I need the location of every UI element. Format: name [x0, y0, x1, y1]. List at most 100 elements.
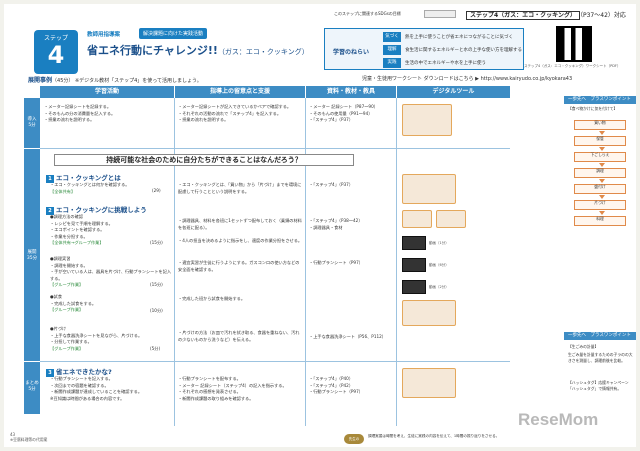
digital-thumb-3[interactable]	[436, 210, 466, 228]
material-2: ・「ステップ4」（P38〜42） ・調理器具・食材	[309, 218, 395, 231]
flow-arrow	[599, 147, 605, 151]
aim-tag-notice: 気づく	[383, 32, 401, 42]
col-activity: 学習活動	[40, 86, 174, 98]
material-summary: ・「ステップ4」（P40） ・「ステップ4」（P42） ・行動プランシート（P97）	[309, 376, 395, 396]
plan-label-text: 展開事例	[28, 77, 53, 84]
footer-note: ※豆腐料理等の代用案	[10, 437, 48, 442]
top-bar: このステップに関連するSDGsの目標 ステップ4（ガス：エコ・クッキング） （P3…	[4, 10, 636, 20]
support-summary: ・行動プランシートを配布する。 ・メーター 記録シート（ステップ4）の記入を指示す…	[178, 376, 303, 402]
support-4: ・適宜実習が生徒に行うようにする。ガスコンロの使い方などの安全面を確認する。	[178, 260, 300, 272]
lesson-table: 学習活動 指導上の留意点と支援 資料・教材・教具 デジタルツール 導入 5分 ・メ…	[24, 86, 606, 426]
page-title-main: 省エネ行動にチャレンジ!!	[87, 44, 218, 57]
divider	[40, 361, 510, 362]
support-3: ・4人の担当を決めるように指示をし、適度の作業分担をさせる。	[178, 238, 303, 243]
flow-arrow	[599, 211, 605, 215]
qr-caption: ステップ4（ガス：エコ・クッキング）ワークシート（PDF）	[524, 64, 621, 68]
sdgs-label: このステップに関連するSDGsの目標	[334, 11, 401, 16]
plan-minutes: （45分）	[52, 78, 74, 84]
tasting-time: (10分)	[150, 308, 163, 313]
material-4: ・上手な食器洗浄シート（P56、P112）	[309, 334, 386, 339]
col-material: 資料・教材・教具	[306, 86, 396, 98]
worksheet-link[interactable]: 児童・生徒用ワークシート ダウンロードはこちら ▶ http://www.kai…	[362, 75, 572, 82]
section-title: エコ・クッキングとは	[56, 174, 121, 182]
step-title: ステップ4（ガス：エコ・クッキング） （P37〜42）対応	[466, 10, 626, 20]
text-line: ・行動プランシート（P97）	[309, 389, 363, 394]
digital-thumb-2[interactable]	[402, 210, 432, 228]
section-3-text: ・行動プランシートを記入する。 ・次回までの宿題を確認する。 ・新聞作成課題が達成し…	[50, 376, 172, 402]
text-line: ・授業の流れを説明する。	[44, 117, 95, 122]
intro-activity: ・メーター記録シートを記録する。 ・そのもんの分の消費量を記入する。 ・授業の流れを…	[44, 104, 172, 124]
step-badge: ステップ 4	[34, 30, 78, 74]
aim-tag-practice: 実践	[383, 58, 401, 68]
section-title: 省エネできたかな?	[56, 368, 112, 376]
section-1-time: (29)	[152, 188, 161, 193]
flow-arrow	[599, 131, 605, 135]
support-5: ・完成した班から試食を開始する。	[178, 296, 246, 301]
guide-tag: 解決課題に向けた実践活動	[139, 28, 208, 39]
watermark-logo: ReseMom	[518, 410, 599, 429]
plan-label: 展開事例（45分） ※デジタル教材「ステップ4」を使って活用しましょう。	[28, 75, 202, 84]
aim-text-practice: 生活の中でエネルギーや水を上手に使う	[405, 61, 486, 66]
sidebar-tip2: 【ハッシュタグ】応援キャンペーン「ハッシュタグ」で情報共有。	[568, 380, 629, 391]
learning-aims: 学習のねらい 気づく 熱を上手に使うことが省エネにつながることに気づく 理解 食…	[324, 28, 524, 70]
video-thumb-1[interactable]	[402, 236, 426, 250]
flow-step: 調理	[574, 168, 626, 178]
support-6: ・片づけの方法（お皿で汚れを拭き取る、食器を重ねない、汚れの少ないものから洗うな…	[178, 330, 300, 342]
text-line: ・手が空いている人は、器具を片づけ、行動プランシートを記入する。	[50, 269, 172, 281]
plan-note: ※デジタル教材「ステップ4」を使って活用しましょう。	[74, 78, 202, 84]
support-1: ・エコ・クッキングとは、「買い物」から「片づけ」までを環境に配慮して行うこととい…	[178, 182, 302, 194]
aim-label: 学習のねらい	[333, 49, 370, 56]
col-digital: デジタルツール	[397, 86, 510, 98]
step-title-pages: （P37〜42）対応	[580, 12, 626, 19]
flow-arrow	[599, 179, 605, 183]
flow-step: 保管	[574, 136, 626, 146]
text-line: ・授業の流れを説明する。	[178, 117, 229, 122]
text-line: ・メーター記録シートが記入できているかペアで確認する。	[178, 104, 292, 109]
text-line: ・新聞作成課題の取り組みを確認する。	[178, 395, 254, 401]
divider	[40, 148, 510, 149]
video-caption-1: 動画（1分）	[429, 241, 449, 245]
page: このステップに関連するSDGsの目標 ステップ4（ガス：エコ・クッキング） （P3…	[4, 4, 636, 447]
row-intro: 導入 5分	[24, 98, 40, 148]
digital-thumb-1[interactable]	[402, 174, 456, 204]
flow-step: 買い物	[574, 120, 626, 130]
video-thumb-2[interactable]	[402, 258, 426, 272]
cooking-time: (15分)	[150, 282, 163, 287]
sidebar-intro: 【食べ物かけに気を付けて】	[568, 106, 618, 111]
sdgs-icons	[424, 10, 456, 18]
col-support: 指導上の留意点と支援	[175, 86, 305, 98]
page-title: 省エネ行動にチャレンジ!!（ガス：エコ・クッキング）	[87, 42, 309, 58]
sidebar-tip-text: 生ごみ量を計量するための子ラのの大きさを測量し、調理前後を比較。	[568, 352, 633, 363]
flow-step: 下ごしらえ	[574, 152, 626, 162]
page-title-sub: （ガス：エコ・クッキング）	[217, 48, 309, 56]
qr-code[interactable]	[556, 26, 592, 62]
support-2: ・調理器具、材料を各班に1セットずつ配布しておく（乗鍋の材料を各班に配る）。	[178, 218, 302, 230]
teacher-tip-badge: 先生の	[344, 434, 364, 444]
section-2-time: (15分)	[150, 240, 163, 245]
step-badge-number: 4	[47, 41, 65, 69]
row-sum-minutes: 5分	[28, 387, 36, 392]
sidebar-head-2: 一歩先へ プラスワンポイント	[564, 332, 636, 340]
digital-thumb-4[interactable]	[402, 300, 456, 326]
teacher-tip-text: 調理実習は時間を考え、生徒に実践の内容を伝えて、1時間の振り返りをさせる。	[368, 434, 500, 438]
sidebar: 一歩先へ プラスワンポイント 【食べ物かけに気を付けて】 買い物 保管 下ごしら…	[564, 96, 638, 432]
video-caption-2: 動画（6分）	[429, 263, 449, 267]
intro-support: ・メーター記録シートが記入できているかペアで確認する。 ・それぞれの活動の流れで「…	[178, 104, 303, 124]
section-title: エコ・クッキングに挑戦しよう	[56, 206, 147, 214]
video-thumb-3[interactable]	[402, 280, 426, 294]
sidebar-tip-title: 【生ごみの計量】	[568, 344, 599, 349]
step-title-main: ステップ4（ガス：エコ・クッキング）	[466, 11, 580, 20]
digital-thumb-summary[interactable]	[402, 368, 456, 398]
aim-tag-understand: 理解	[383, 45, 401, 55]
text-line: ・調理器具・食材	[309, 224, 343, 230]
flow-arrow	[599, 195, 605, 199]
digital-thumb-intro[interactable]	[402, 104, 452, 136]
guide-label: 教師用指導案	[87, 32, 121, 38]
text-line: ・「ステップ4」（P37）	[309, 117, 354, 122]
text-line: ※豆知識は時間がある場合の内容です。	[50, 395, 125, 401]
material-3: ・行動プランシート（P97）	[309, 260, 363, 265]
flow-step: 片づけ	[574, 200, 626, 210]
cleanup-time: (5分)	[150, 346, 161, 351]
row-dev-minutes: 35分	[26, 256, 38, 261]
video-caption-3: 動画（2分）	[429, 285, 449, 289]
